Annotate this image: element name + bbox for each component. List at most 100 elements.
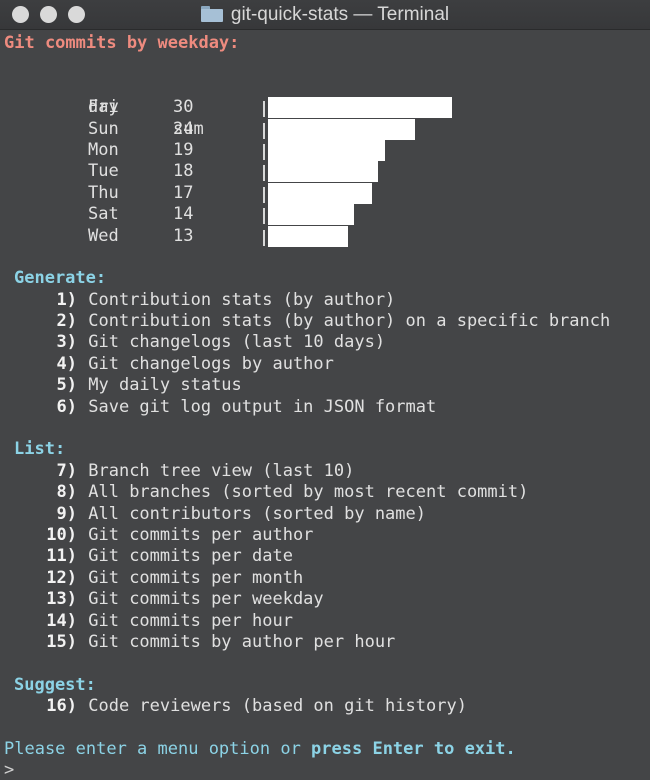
menu-item-number: 2) (56, 311, 77, 332)
menu-item[interactable]: 16) Code reviewers (based on git history… (0, 696, 650, 717)
bar-axis-tick (263, 165, 265, 182)
title-bar[interactable]: git-quick-stats — Terminal (0, 0, 650, 30)
menu-item[interactable]: 3) Git changelogs (last 10 days) (0, 332, 650, 353)
menu-item[interactable]: 1) Contribution stats (by author) (0, 290, 650, 311)
stats-row: Wed 13 (0, 225, 650, 247)
menu-item-label: Git commits per date (88, 546, 293, 567)
menu-suggest-list: 16) Code reviewers (based on git history… (0, 696, 650, 717)
stats-sum: 18 (173, 161, 194, 182)
stats-day: Tue (88, 161, 119, 182)
menu-item[interactable]: 9) All contributors (sorted by name) (0, 504, 650, 525)
menu-item-label: Save git log output in JSON format (88, 396, 437, 417)
menu-item[interactable]: 10) Git commits per author (0, 525, 650, 546)
menu-item[interactable]: 15) Git commits by author per hour (0, 632, 650, 653)
menu-item-label: Git commits per weekday (88, 589, 324, 610)
menu-generate-list: 1) Contribution stats (by author) 2) Cont… (0, 290, 650, 418)
prompt-exit-hint: press Enter to exit. (311, 738, 516, 759)
stats-day: Thu (88, 182, 119, 203)
menu-item[interactable]: 7) Branch tree view (last 10) (0, 461, 650, 482)
stats-sum: 24 (173, 118, 194, 139)
menu-item-label: Git commits per month (88, 567, 304, 588)
menu-item[interactable]: 2) Contribution stats (by author) on a s… (0, 311, 650, 332)
menu-item-label: Git changelogs by author (88, 353, 334, 374)
stats-bar (268, 225, 348, 247)
menu-item-number: 7) (56, 460, 77, 481)
menu-item-label: Contribution stats (by author) (88, 289, 396, 310)
menu-item-number: 16) (46, 696, 77, 717)
menu-item[interactable]: 4) Git changelogs by author (0, 354, 650, 375)
stats-rows: Fri 30 Sun 24 Mon 19 Tue 18 Thu 17 Sat 14 Wed 13 (0, 97, 650, 247)
menu-item-label: All contributors (sorted by name) (88, 503, 427, 524)
menu-item-label: All branches (sorted by most recent comm… (88, 482, 529, 503)
stats-day: Sat (88, 204, 119, 225)
menu-item-number: 8) (56, 482, 77, 503)
terminal-window: git-quick-stats — Terminal Git commits b… (0, 0, 650, 780)
menu-item-label: Code reviewers (based on git history) (88, 696, 467, 717)
menu-item-number: 1) (56, 289, 77, 310)
bar-axis-tick (263, 186, 265, 203)
section-generate: Generate: (14, 268, 107, 289)
stats-bar (268, 139, 385, 161)
menu-item-number: 11) (46, 546, 77, 567)
stats-bar (268, 161, 378, 183)
menu-list-list: 7) Branch tree view (last 10) 8) All bran… (0, 461, 650, 654)
stats-bar (268, 182, 372, 204)
window-title-text: git-quick-stats — Terminal (230, 4, 450, 25)
prompt-text: Please enter a menu option or (4, 738, 312, 759)
menu-item-label: Git commits by author per hour (88, 631, 396, 652)
stats-sum: 13 (173, 225, 194, 246)
section-suggest: Suggest: (14, 674, 96, 695)
menu-item-number: 6) (56, 396, 77, 417)
stats-header-row: day sum (0, 76, 650, 138)
menu-item[interactable]: 14) Git commits per hour (0, 611, 650, 632)
stats-sum: 19 (173, 139, 194, 160)
stats-heading: Git commits by weekday: (4, 33, 240, 53)
bar-axis-tick (263, 208, 265, 225)
menu-item-label: Contribution stats (by author) on a spec… (88, 311, 611, 332)
menu-item[interactable]: 6) Save git log output in JSON format (0, 397, 650, 418)
stats-row: Sun 24 (0, 118, 650, 140)
menu-item-number: 12) (46, 567, 77, 588)
bar-axis-tick (263, 143, 265, 160)
stats-row: Fri 30 (0, 97, 650, 119)
section-list: List: (14, 439, 66, 460)
bar-axis-tick (263, 122, 265, 139)
menu-item[interactable]: 8) All branches (sorted by most recent c… (0, 482, 650, 503)
menu-item[interactable]: 5) My daily status (0, 375, 650, 396)
menu-item-number: 3) (56, 332, 77, 353)
menu-item-label: Git commits per hour (88, 610, 293, 631)
stats-row: Sat 14 (0, 204, 650, 226)
menu-item[interactable]: 11) Git commits per date (0, 546, 650, 567)
stats-day: Wed (88, 225, 119, 246)
window-title: git-quick-stats — Terminal (0, 0, 650, 30)
bar-axis-tick (263, 101, 265, 118)
stats-row: Tue 18 (0, 161, 650, 183)
menu-item-label: Git changelogs (last 10 days) (88, 332, 386, 353)
stats-bar (268, 204, 354, 226)
menu-item-number: 13) (46, 589, 77, 610)
folder-icon (200, 6, 223, 22)
input-prompt[interactable]: > (0, 760, 650, 780)
menu-item-number: 15) (46, 631, 77, 652)
menu-item-number: 4) (56, 353, 77, 374)
stats-sum: 14 (173, 204, 194, 225)
menu-item[interactable]: 13) Git commits per weekday (0, 589, 650, 610)
stats-day: Mon (88, 139, 119, 160)
stats-sum: 30 (173, 97, 194, 118)
menu-item-label: Branch tree view (last 10) (88, 460, 355, 481)
menu-item-number: 10) (46, 524, 77, 545)
menu-item-number: 9) (56, 503, 77, 524)
menu-item-number: 5) (56, 375, 77, 396)
menu-item-label: Git commits per author (88, 524, 314, 545)
menu-item[interactable]: 12) Git commits per month (0, 568, 650, 589)
stats-day: Sun (88, 118, 119, 139)
terminal-output[interactable]: Git commits by weekday: day sum Fri 30 Sun… (0, 30, 650, 780)
bar-axis-tick (263, 229, 265, 246)
prompt-message: Please enter a menu option or press Ente… (0, 739, 650, 760)
stats-row: Mon 19 (0, 139, 650, 161)
stats-bar (268, 97, 452, 119)
